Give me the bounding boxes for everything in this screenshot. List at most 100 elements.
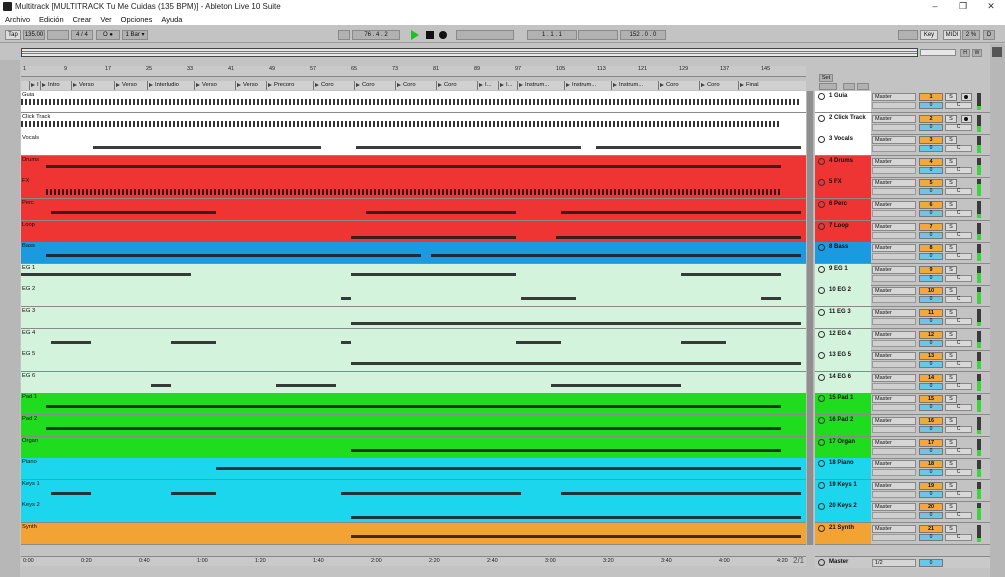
track-lane[interactable]: EG 4 — [21, 329, 806, 351]
output-channel-menu[interactable] — [872, 491, 916, 498]
track-lane[interactable]: Perc — [21, 199, 806, 221]
toggle-button[interactable] — [857, 83, 869, 90]
arm-record-button[interactable] — [961, 115, 972, 123]
track-header[interactable]: 9 EG 1 — [815, 264, 871, 285]
track-fold-icon[interactable] — [818, 158, 825, 165]
locator-marker[interactable]: Instrum... — [611, 81, 657, 90]
audio-to-menu[interactable]: Master — [872, 287, 916, 295]
crossfade-button[interactable]: C — [945, 210, 972, 217]
track-header[interactable]: 20 Keys 2 — [815, 501, 871, 522]
solo-button[interactable]: S — [945, 460, 957, 468]
track-fold-icon[interactable] — [818, 201, 825, 208]
track-volume[interactable]: 0 — [919, 188, 943, 195]
track-volume[interactable]: 0 — [919, 167, 943, 174]
audio-to-menu[interactable]: Master — [872, 439, 916, 447]
solo-button[interactable]: S — [945, 201, 957, 209]
audio-clip[interactable] — [556, 236, 801, 239]
audio-clip[interactable] — [93, 146, 321, 149]
track-fold-icon[interactable] — [818, 136, 825, 143]
track-activator-button[interactable]: 12 — [919, 331, 943, 339]
audio-to-menu[interactable]: Master — [872, 352, 916, 360]
solo-button[interactable]: S — [945, 503, 957, 511]
audio-clip[interactable] — [351, 516, 801, 519]
draw-mode-button[interactable] — [898, 30, 918, 40]
track-lane[interactable]: Loop — [21, 221, 806, 243]
record-icon[interactable] — [439, 31, 447, 39]
solo-button[interactable]: S — [945, 115, 957, 123]
audio-clip[interactable] — [761, 297, 781, 300]
solo-button[interactable]: S — [945, 417, 957, 425]
track-fold-icon[interactable] — [818, 352, 825, 359]
track-volume[interactable]: 0 — [919, 296, 943, 303]
track-fold-icon[interactable] — [818, 331, 825, 338]
audio-clip[interactable] — [51, 341, 91, 344]
track-header[interactable]: 21 Synth — [815, 523, 871, 544]
track-volume[interactable]: 0 — [919, 275, 943, 282]
track-activator-button[interactable]: 5 — [919, 179, 943, 187]
audio-to-menu[interactable]: Master — [872, 525, 916, 533]
track-volume[interactable]: 0 — [919, 383, 943, 390]
key-map-button[interactable]: Key — [920, 30, 938, 40]
midi-map-button[interactable]: MIDI — [943, 30, 961, 40]
track-activator-button[interactable]: 1 — [919, 93, 943, 101]
time-ruler-bottom[interactable]: 0:00 0:20 0:40 1:00 1:20 1:40 2:00 2:20 2:40 3:00… — [21, 556, 806, 566]
loop-length-field[interactable]: 152 . 0 . 0 — [620, 30, 666, 40]
track-lane[interactable]: FX — [21, 177, 806, 199]
track-activator-button[interactable]: 9 — [919, 266, 943, 274]
track-fold-icon[interactable] — [818, 374, 825, 381]
crossfade-button[interactable]: C — [945, 124, 972, 131]
track-lane[interactable]: Keys 2 — [21, 501, 806, 523]
track-lane[interactable]: Click Track — [21, 113, 806, 135]
output-channel-menu[interactable] — [872, 404, 916, 411]
crossfade-button[interactable]: C — [945, 340, 972, 347]
audio-clip[interactable] — [276, 384, 336, 387]
solo-button[interactable]: S — [945, 287, 957, 295]
expand-button[interactable] — [843, 83, 855, 90]
track-header[interactable]: 5 FX — [815, 177, 871, 198]
audio-to-menu[interactable]: Master — [872, 201, 916, 209]
crossfade-button[interactable]: C — [945, 448, 972, 455]
track-volume[interactable]: 0 — [919, 340, 943, 347]
track-volume[interactable]: 0 — [919, 124, 943, 131]
track-fold-icon[interactable] — [818, 309, 825, 316]
audio-clip[interactable] — [46, 254, 421, 257]
locator-marker[interactable]: Coro — [395, 81, 435, 90]
audio-clip[interactable] — [681, 273, 781, 276]
track-activator-button[interactable]: 18 — [919, 460, 943, 468]
audio-to-menu[interactable]: Master — [872, 460, 916, 468]
track-fold-icon[interactable] — [818, 460, 825, 467]
track-name[interactable]: 21 Synth — [829, 525, 854, 531]
solo-button[interactable]: S — [945, 244, 957, 252]
track-header[interactable]: 17 Organ — [815, 437, 871, 458]
track-lane[interactable]: EG 3 — [21, 307, 806, 329]
audio-to-menu[interactable]: Master — [872, 309, 916, 317]
track-header[interactable]: 4 Drums — [815, 156, 871, 177]
crossfade-button[interactable]: C — [945, 275, 972, 282]
overview-h-button[interactable]: H — [960, 49, 970, 57]
track-name[interactable]: 14 EG 6 — [829, 374, 851, 380]
menu-opciones[interactable]: Opciones — [121, 15, 153, 24]
track-header[interactable]: 2 Click Track — [815, 113, 871, 134]
audio-clip[interactable] — [561, 492, 801, 495]
track-activator-button[interactable]: 2 — [919, 115, 943, 123]
audio-to-menu[interactable]: Master — [872, 266, 916, 274]
track-fold-icon[interactable] — [818, 417, 825, 424]
audio-clip[interactable] — [681, 341, 726, 344]
tap-button[interactable]: Tap — [5, 30, 21, 40]
track-volume[interactable]: 0 — [919, 426, 943, 433]
track-header[interactable]: 6 Perc — [815, 199, 871, 220]
audio-clip[interactable] — [366, 211, 516, 214]
master-fold-icon[interactable] — [818, 559, 825, 566]
track-volume[interactable]: 0 — [919, 232, 943, 239]
track-header[interactable]: 12 EG 4 — [815, 329, 871, 350]
locator-marker[interactable]: Verso — [194, 81, 234, 90]
track-header[interactable]: 18 Piano — [815, 458, 871, 479]
output-channel-menu[interactable] — [872, 448, 916, 455]
output-channel-menu[interactable] — [872, 102, 916, 109]
audio-clip[interactable] — [431, 254, 801, 257]
menu-crear[interactable]: Crear — [73, 15, 92, 24]
crossfade-button[interactable]: C — [945, 253, 972, 260]
track-header[interactable]: 19 Keys 1 — [815, 480, 871, 501]
crossfade-button[interactable]: C — [945, 167, 972, 174]
track-name[interactable]: 15 Pad 1 — [829, 395, 853, 401]
